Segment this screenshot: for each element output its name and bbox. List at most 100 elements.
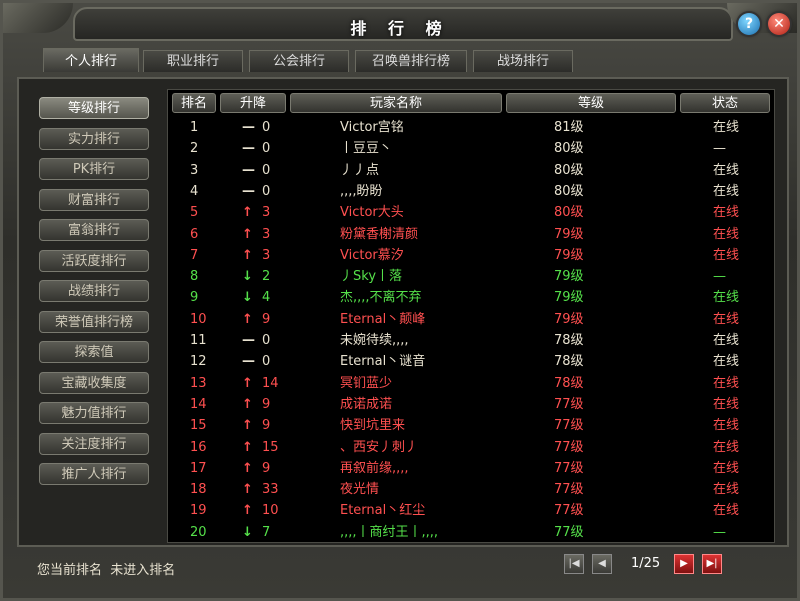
- table-row[interactable]: 3 — 丿丿点 80级 在线 0: [168, 160, 774, 181]
- change-arrow-icon: —: [242, 333, 255, 348]
- table-row[interactable]: 8 ↓ 丿Sky丨落 79级 — 2: [168, 266, 774, 287]
- table-row[interactable]: 20 ↓ ,,,,丨商纣王丨,,,, 77级 — 7: [168, 522, 774, 543]
- sidebar-item[interactable]: 实力排行: [39, 127, 149, 150]
- first-page-button[interactable]: |◀: [564, 554, 584, 574]
- rank-cell: 10: [190, 311, 207, 327]
- prev-page-button[interactable]: ◀: [592, 554, 612, 574]
- table-row[interactable]: 19 ↑ Eternal丶红尘 77级 在线 10: [168, 500, 774, 521]
- rank-cell: 7: [190, 247, 199, 263]
- table-row[interactable]: 6 ↑ 粉黛香榭清颜 79级 在线 3: [168, 224, 774, 245]
- level-cell: 80级: [554, 162, 584, 178]
- tab-personal-rank[interactable]: 个人排行: [43, 48, 139, 72]
- sidebar-item[interactable]: 财富排行: [39, 188, 149, 211]
- table-row[interactable]: 16 ↑ 、西安丿刺丿 77级 在线 15: [168, 437, 774, 458]
- current-rank-label: 您当前排名: [37, 563, 103, 578]
- rank-cell: 4: [190, 183, 199, 199]
- status-cell: 在线: [713, 503, 740, 519]
- rank-cell: 6: [190, 226, 199, 242]
- level-cell: 77级: [554, 396, 584, 412]
- change-value-cell: 0: [262, 354, 271, 370]
- table-row[interactable]: 13 ↑ 冥钔蓝少 78级 在线 14: [168, 373, 774, 394]
- status-cell: 在线: [713, 333, 740, 348]
- sidebar-item[interactable]: 战绩排行: [39, 280, 149, 302]
- sidebar-item[interactable]: 推广人排行: [39, 463, 149, 485]
- level-cell: 77级: [554, 439, 584, 455]
- table-row[interactable]: 18 ↑ 夜光情 77级 在线 33: [168, 479, 774, 500]
- table-row[interactable]: 15 ↑ 快到坑里来 77级 在线 9: [168, 415, 774, 436]
- level-cell: 78级: [554, 375, 584, 391]
- change-arrow-icon: ↑: [242, 439, 253, 455]
- sidebar-item[interactable]: 宝藏收集度: [39, 371, 149, 394]
- player-name-cell: 冥钔蓝少: [340, 375, 393, 391]
- sidebar-item[interactable]: 活跃度排行: [39, 249, 149, 272]
- status-cell: 在线: [713, 354, 740, 370]
- level-cell: 81级: [554, 120, 584, 135]
- rank-cell: 17: [190, 460, 207, 476]
- ranking-window: 排 行 榜 ? ✕ 个人排行 职业排行 公会排行 召唤兽排行榜 战场排行 等级排…: [0, 0, 800, 601]
- rank-cell: 13: [190, 375, 207, 391]
- sidebar-item[interactable]: 探索值: [39, 341, 149, 363]
- rank-cell: 12: [190, 354, 207, 370]
- change-arrow-icon: ↑: [242, 418, 253, 434]
- sidebar-item[interactable]: 荣誉值排行榜: [39, 310, 149, 333]
- table-row[interactable]: 14 ↑ 成诺成诺 77级 在线 9: [168, 394, 774, 415]
- close-button[interactable]: ✕: [768, 13, 790, 35]
- player-name-cell: ,,,,盼盼: [340, 183, 383, 199]
- column-header-name[interactable]: 玩家名称: [290, 93, 502, 113]
- status-cell: 在线: [713, 375, 740, 391]
- rank-cell: 2: [190, 141, 199, 157]
- level-cell: 79级: [554, 269, 584, 285]
- next-page-button[interactable]: ▶: [674, 554, 694, 574]
- change-arrow-icon: ↑: [242, 503, 253, 519]
- table-row[interactable]: 10 ↑ Eternal丶颠峰 79级 在线 9: [168, 309, 774, 330]
- level-cell: 77级: [554, 482, 584, 498]
- player-name-cell: 丿丿点: [340, 162, 380, 178]
- table-row[interactable]: 17 ↑ 再叙前缘,,,, 77级 在线 9: [168, 458, 774, 479]
- table-row[interactable]: 9 ↓ 杰,,,,不离不弃 79级 在线 4: [168, 287, 774, 308]
- player-name-cell: Victor慕汐: [340, 247, 404, 263]
- status-cell: 在线: [713, 418, 740, 434]
- status-cell: 在线: [713, 120, 740, 135]
- table-row[interactable]: 5 ↑ Victor大头 80级 在线 3: [168, 202, 774, 223]
- first-page-icon: |◀: [568, 558, 580, 569]
- status-cell: 在线: [713, 311, 740, 327]
- level-cell: 80级: [554, 183, 584, 199]
- sidebar-item[interactable]: 富翁排行: [39, 219, 149, 241]
- change-value-cell: 2: [262, 269, 271, 285]
- change-arrow-icon: ↑: [242, 247, 253, 263]
- page-indicator: 1/25: [631, 556, 661, 571]
- last-page-button[interactable]: ▶|: [702, 554, 722, 574]
- tab-battlefield-rank[interactable]: 战场排行: [473, 50, 573, 72]
- change-value-cell: 9: [262, 460, 271, 476]
- table-row[interactable]: 11 — 未婉待续,,,, 78级 在线 0: [168, 330, 774, 351]
- table-row[interactable]: 12 — Eternal丶谜音 78级 在线 0: [168, 351, 774, 372]
- change-arrow-icon: —: [242, 354, 255, 370]
- column-header-rank[interactable]: 排名: [172, 93, 216, 113]
- status-cell: 在线: [713, 460, 740, 476]
- player-name-cell: ,,,,丨商纣王丨,,,,: [340, 524, 439, 540]
- column-header-level[interactable]: 等级: [506, 93, 676, 113]
- table-row[interactable]: 1 — Victor宫铭 81级 在线 0: [168, 117, 774, 138]
- change-arrow-icon: ↑: [242, 396, 253, 412]
- table-row[interactable]: 7 ↑ Victor慕汐 79级 在线 3: [168, 245, 774, 266]
- change-value-cell: 10: [262, 503, 279, 519]
- change-value-cell: 0: [262, 162, 271, 178]
- tab-guild-rank[interactable]: 公会排行: [249, 50, 349, 72]
- change-arrow-icon: ↑: [242, 205, 253, 221]
- change-arrow-icon: —: [242, 162, 255, 178]
- rank-cell: 3: [190, 162, 199, 178]
- rank-cell: 1: [190, 120, 199, 135]
- sidebar-item[interactable]: PK排行: [39, 158, 149, 180]
- table-row[interactable]: 4 — ,,,,盼盼 80级 在线 0: [168, 181, 774, 202]
- player-name-cell: 再叙前缘,,,,: [340, 460, 409, 476]
- sidebar-item[interactable]: 关注度排行: [39, 432, 149, 455]
- sidebar-item[interactable]: 魅力值排行: [39, 402, 149, 424]
- column-header-change[interactable]: 升降: [220, 93, 286, 113]
- tab-class-rank[interactable]: 职业排行: [143, 50, 243, 72]
- sidebar-item[interactable]: 等级排行: [39, 97, 149, 119]
- help-button[interactable]: ?: [738, 13, 760, 35]
- tab-summon-rank[interactable]: 召唤兽排行榜: [355, 50, 467, 72]
- table-row[interactable]: 2 — 丨豆豆丶 80级 — 0: [168, 138, 774, 159]
- level-cell: 79级: [554, 247, 584, 263]
- column-header-status[interactable]: 状态: [680, 93, 770, 113]
